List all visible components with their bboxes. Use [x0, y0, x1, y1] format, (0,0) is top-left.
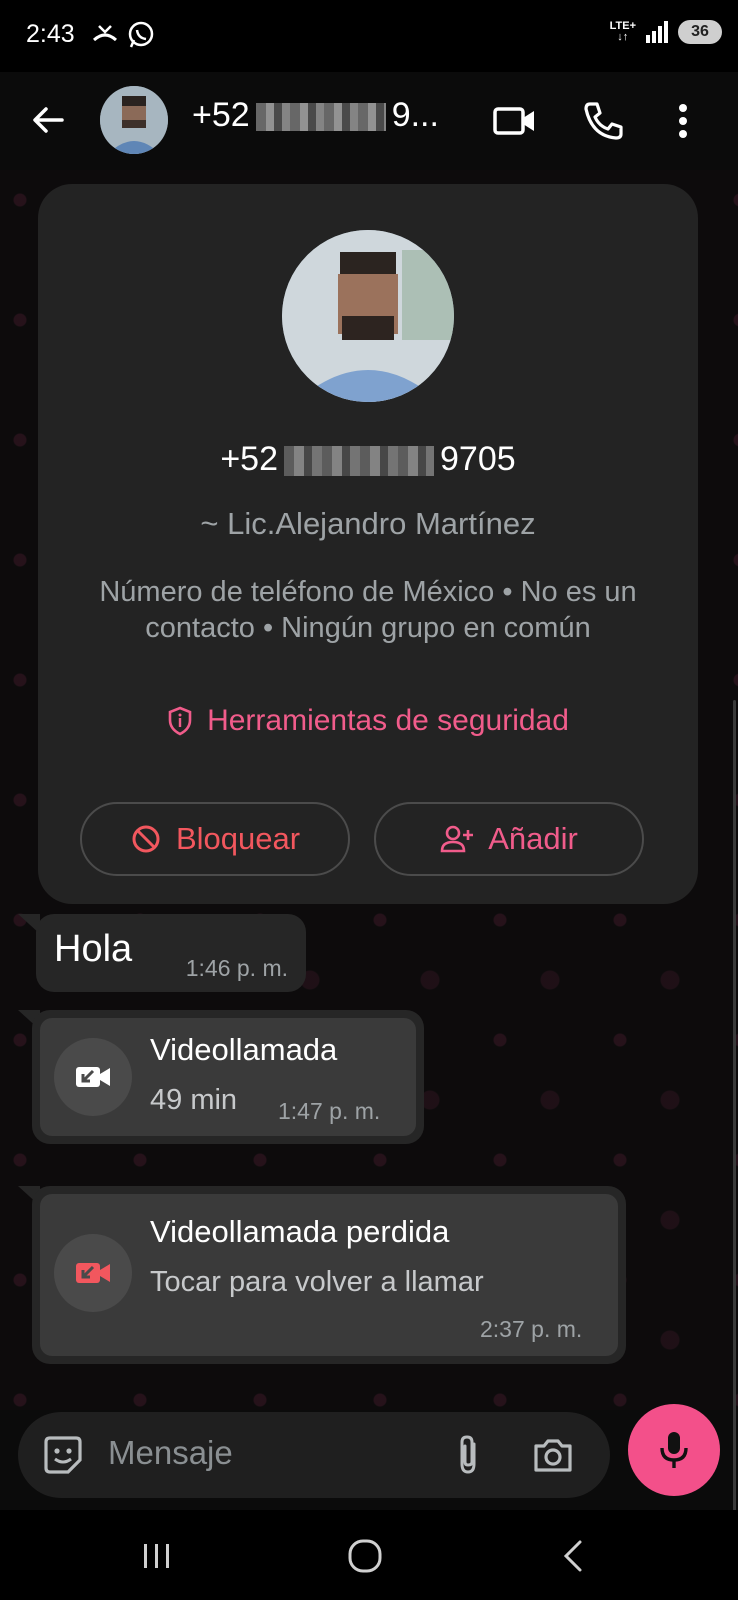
security-tools-link[interactable]: Herramientas de seguridad [38, 704, 698, 738]
call-title: Videollamada perdida [150, 1214, 450, 1249]
redacted-number [284, 446, 435, 477]
battery-indicator: 36 [678, 20, 722, 44]
missed-call-icon [92, 25, 118, 42]
incoming-video-call-icon [54, 1038, 132, 1116]
missed-call-entry[interactable]: Videollamada perdida Tocar para volver a… [40, 1194, 618, 1356]
recent-apps-icon[interactable] [134, 1536, 180, 1576]
home-icon[interactable] [342, 1536, 388, 1576]
back-arrow-icon[interactable] [28, 100, 68, 140]
call-title: Videollamada [150, 1032, 338, 1067]
network-type: LTE+ ↓↑ [609, 20, 636, 43]
missed-video-call-icon [54, 1234, 132, 1312]
add-person-icon [440, 825, 474, 853]
message-input[interactable]: Mensaje [108, 1434, 233, 1472]
sticker-icon[interactable] [40, 1432, 86, 1478]
message-bubble[interactable]: Hola 1:46 p. m. [36, 914, 306, 992]
shield-icon [168, 706, 192, 736]
camera-icon[interactable] [530, 1432, 576, 1478]
status-notification-icons [90, 20, 156, 50]
chat-header: +52 9... [0, 72, 738, 170]
call-bubble[interactable]: Videollamada 49 min 1:47 p. m. [32, 1010, 424, 1144]
contact-profile-photo[interactable] [282, 230, 454, 402]
contact-avatar[interactable] [100, 86, 168, 154]
status-bar: 2:43 LTE+ ↓↑ 36 [0, 0, 738, 72]
status-system-icons: LTE+ ↓↑ 36 [610, 20, 722, 44]
message-time: 1:46 p. m. [185, 955, 288, 981]
back-icon[interactable] [552, 1536, 598, 1576]
video-call-icon[interactable] [492, 98, 538, 144]
call-log-entry[interactable]: Videollamada 49 min 1:47 p. m. [40, 1018, 416, 1136]
chat-title[interactable]: +52 9... [192, 96, 439, 135]
block-button[interactable]: Bloquear [80, 802, 350, 876]
message-input-bar[interactable]: Mensaje [18, 1412, 610, 1498]
add-contact-button[interactable]: Añadir [374, 802, 644, 876]
contact-info-card: +52 9705 ~ Lic.Alejandro Martínez Número … [38, 184, 698, 904]
message-text: Hola [54, 928, 133, 970]
voice-message-button[interactable] [628, 1404, 720, 1496]
microphone-icon [660, 1432, 688, 1468]
contact-description: Número de teléfono de México • No es un … [99, 576, 637, 644]
voice-call-icon[interactable] [580, 98, 626, 144]
call-duration: 49 min [150, 1084, 238, 1116]
block-icon [132, 825, 160, 853]
chat-area[interactable]: +52 9705 ~ Lic.Alejandro Martínez Número … [0, 170, 738, 1560]
system-navigation-bar [0, 1510, 738, 1600]
call-bubble[interactable]: Videollamada perdida Tocar para volver a… [32, 1186, 626, 1364]
call-callback-hint: Tocar para volver a llamar [150, 1266, 484, 1298]
signal-icon [646, 21, 668, 43]
attach-icon[interactable] [448, 1432, 488, 1478]
call-time: 1:47 p. m. [278, 1098, 381, 1124]
redacted-number [255, 103, 386, 132]
status-time: 2:43 [26, 20, 75, 48]
contact-phone-number: +52 9705 [220, 440, 516, 478]
scrollbar[interactable] [733, 700, 736, 1560]
more-options-icon[interactable] [660, 98, 706, 144]
call-time: 2:37 p. m. [480, 1316, 583, 1342]
whatsapp-icon [128, 21, 154, 48]
contact-display-name: ~ Lic.Alejandro Martínez [200, 506, 536, 541]
